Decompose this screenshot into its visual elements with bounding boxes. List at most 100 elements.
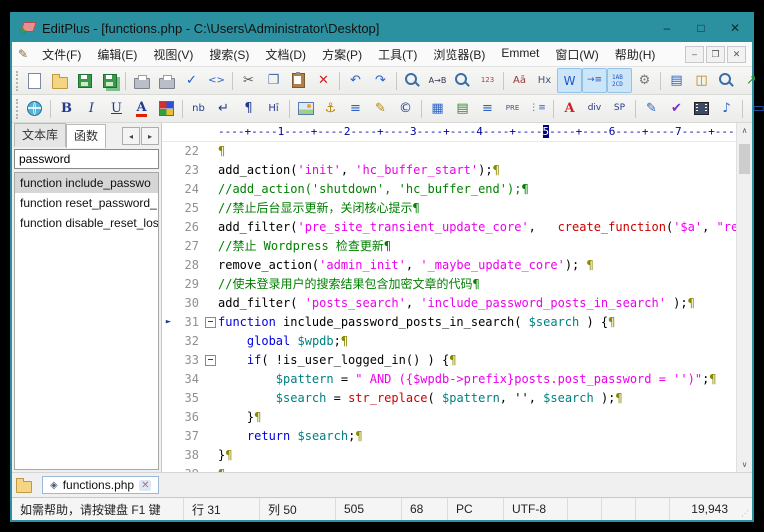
font-tag-button[interactable]: A <box>557 96 582 121</box>
spell-check-button[interactable]: ✓ <box>179 68 204 93</box>
center-text-button[interactable]: ≡ <box>475 96 500 121</box>
undo-button[interactable]: ↶ <box>343 68 368 93</box>
menu-item-9[interactable]: 窗口(W) <box>547 43 606 66</box>
menu-item-1[interactable]: 编辑(E) <box>89 43 145 66</box>
code-editor[interactable]: 22¶23add_action('init', 'hc_buffer_start… <box>162 142 736 472</box>
menu-item-5[interactable]: 方案(P) <box>314 43 370 66</box>
replace-button[interactable]: A→B <box>425 68 450 93</box>
menu-item-8[interactable]: Emmet <box>493 43 547 66</box>
document-tab-0[interactable]: ◈functions.php✕ <box>42 476 159 494</box>
fold-toggle[interactable] <box>203 351 218 370</box>
resize-grip[interactable]: ⋰ <box>736 498 752 520</box>
html-tags-button[interactable]: <> <box>204 68 229 93</box>
tab-close-icon[interactable]: ✕ <box>139 480 151 491</box>
find-button[interactable] <box>400 68 425 93</box>
paste-button[interactable] <box>286 68 311 93</box>
pre-tag-button[interactable]: PRE <box>500 96 525 121</box>
maximize-button[interactable]: □ <box>684 14 718 42</box>
find-in-files-button[interactable] <box>450 68 475 93</box>
menu-item-3[interactable]: 搜索(S) <box>201 43 257 66</box>
movie-button[interactable] <box>689 96 714 121</box>
menu-item-2[interactable]: 视图(V) <box>145 43 201 66</box>
horizontal-rule-button[interactable]: ≡ <box>343 96 368 121</box>
split-window-button[interactable]: ◫ <box>689 68 714 93</box>
italic-button[interactable]: I <box>79 96 104 121</box>
form-input-button[interactable]: ▭ <box>746 96 764 121</box>
anchor-button[interactable]: ⚓ <box>318 96 343 121</box>
mdi-restore-button[interactable]: ❐ <box>706 46 725 63</box>
folder-icon[interactable] <box>16 481 32 493</box>
script-edit-button[interactable]: ✎ <box>639 96 664 121</box>
document-list-button[interactable]: ▤ <box>664 68 689 93</box>
function-search-input[interactable] <box>14 149 159 169</box>
menu-item-10[interactable]: 帮助(H) <box>607 43 664 66</box>
window-title: EditPlus - [functions.php - C:\Users\Adm… <box>42 21 379 36</box>
pilcrow-mark: ¶ <box>355 429 362 443</box>
browser-preview-button[interactable] <box>714 68 739 93</box>
tab-scroll-left-button[interactable]: ◂ <box>122 127 140 145</box>
mdi-close-button[interactable]: ✕ <box>727 46 746 63</box>
open-external-button[interactable]: ↗ <box>739 68 764 93</box>
paragraph-button[interactable]: ¶ <box>236 96 261 121</box>
script-check-button[interactable]: ✔ <box>664 96 689 121</box>
underline-button[interactable]: U <box>104 96 129 121</box>
redo-button[interactable]: ↷ <box>368 68 393 93</box>
delete-button[interactable]: ✕ <box>311 68 336 93</box>
color-palette-button[interactable] <box>154 96 179 121</box>
nbsp-button[interactable]: nb <box>186 96 211 121</box>
line-numbers-button[interactable] <box>607 68 632 93</box>
save-all-button[interactable] <box>97 68 122 93</box>
pilcrow-mark: ¶ <box>218 144 225 158</box>
scroll-down-icon[interactable]: ∨ <box>737 457 752 472</box>
indent-guide-button[interactable]: →≡ <box>582 68 607 93</box>
preferences-button[interactable]: ⚙ <box>632 68 657 93</box>
div-align-button[interactable]: ▤ <box>450 96 475 121</box>
mdi-minimize-button[interactable]: – <box>685 46 704 63</box>
cut-button[interactable]: ✂ <box>236 68 261 93</box>
close-button[interactable]: ✕ <box>718 14 752 42</box>
vertical-scrollbar[interactable]: ∧ ∨ <box>736 123 752 472</box>
function-list-item-1[interactable]: function reset_password_ <box>15 193 158 213</box>
new-document-button[interactable] <box>22 68 47 93</box>
copy-button[interactable]: ❐ <box>261 68 286 93</box>
bold-button[interactable]: B <box>54 96 79 121</box>
browser-globe-button[interactable] <box>22 96 47 121</box>
fold-toggle[interactable] <box>203 313 218 332</box>
table-button[interactable]: ▦ <box>425 96 450 121</box>
function-list-item-2[interactable]: function disable_reset_los <box>15 213 158 233</box>
sort-button[interactable]: 123 <box>475 68 500 93</box>
toolbar-drag-handle[interactable] <box>16 99 18 119</box>
div-tag-button[interactable]: div <box>582 96 607 121</box>
menu-item-7[interactable]: 浏览器(B) <box>425 43 493 66</box>
insert-image-button[interactable] <box>293 96 318 121</box>
span-tag-button[interactable]: SP <box>607 96 632 121</box>
scroll-up-icon[interactable]: ∧ <box>737 123 752 138</box>
toolbar-drag-handle[interactable] <box>16 71 18 91</box>
fold-minus-icon[interactable] <box>205 317 216 328</box>
scrollbar-thumb[interactable] <box>739 144 750 174</box>
tab-scroll-right-button[interactable]: ▸ <box>141 127 159 145</box>
case-convert-button[interactable]: Aā <box>507 68 532 93</box>
fold-minus-icon[interactable] <box>205 355 216 366</box>
print-preview-button[interactable] <box>129 68 154 93</box>
copyright-button[interactable]: © <box>393 96 418 121</box>
sidebar-tab-cliptext[interactable]: 文本库 <box>14 123 66 147</box>
heading-button[interactable]: Hī <box>261 96 286 121</box>
function-list-item-0[interactable]: function include_passwo <box>15 173 158 193</box>
menu-item-4[interactable]: 文档(D) <box>257 43 314 66</box>
list-tag-button[interactable]: ⋮≡ <box>525 96 550 121</box>
font-color-button[interactable]: A <box>129 96 154 121</box>
code-text: //add_action('shutdown', 'hc_buffer_end'… <box>218 180 736 199</box>
music-button[interactable]: ♪ <box>714 96 739 121</box>
minimize-button[interactable]: – <box>650 14 684 42</box>
save-button[interactable] <box>72 68 97 93</box>
open-folder-button[interactable] <box>47 68 72 93</box>
sidebar-tab-functions[interactable]: 函数 <box>66 124 106 148</box>
edit-note-button[interactable]: ✎ <box>368 96 393 121</box>
word-wrap-button[interactable]: W <box>557 68 582 93</box>
print-button[interactable] <box>154 68 179 93</box>
menu-item-0[interactable]: 文件(F) <box>34 43 89 66</box>
menu-item-6[interactable]: 工具(T) <box>370 43 425 66</box>
hex-view-button[interactable]: Hx <box>532 68 557 93</box>
line-break-button[interactable]: ↵ <box>211 96 236 121</box>
